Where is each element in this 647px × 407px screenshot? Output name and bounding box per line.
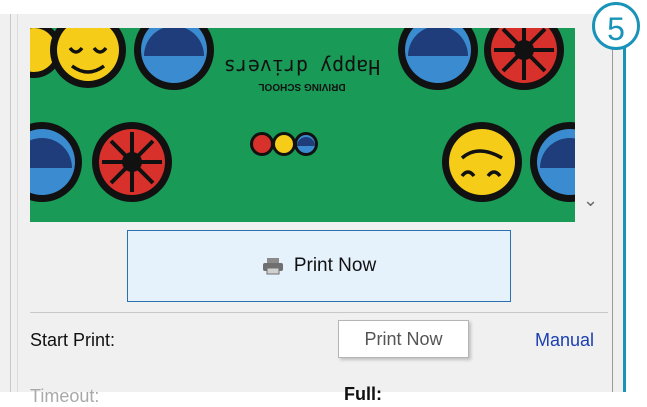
print-dialog: DRIVING SCHOOL Happy drivers ⌄ Print Now… — [0, 14, 623, 406]
print-now-button-label: Print Now — [293, 255, 377, 276]
start-print-label: Start Print: — [30, 330, 116, 350]
window-left-border — [10, 14, 11, 392]
print-now-tooltip: Print Now — [338, 320, 469, 358]
wheel-icon — [92, 122, 172, 202]
timeout-label: Timeout: — [30, 386, 100, 406]
scroll-down-chevron-icon[interactable]: ⌄ — [583, 190, 598, 211]
start-print-manual-link[interactable]: Manual — [535, 330, 594, 351]
brand-subtitle: DRIVING SCHOOL — [258, 81, 345, 92]
tooltip-text: Print Now — [364, 328, 443, 349]
printer-icon — [262, 257, 284, 275]
brand-title: Happy drivers — [224, 55, 381, 79]
brand-logo — [250, 132, 318, 156]
smiley-icon — [442, 122, 522, 202]
full-label: Full: — [344, 384, 382, 404]
callout-number-badge: 5 — [592, 2, 640, 50]
print-now-button[interactable]: Print Now — [127, 230, 511, 302]
section-divider — [30, 312, 608, 313]
window-right-border — [612, 14, 613, 392]
window-inner-border — [17, 14, 18, 392]
preview-graphic: DRIVING SCHOOL Happy drivers — [30, 28, 575, 222]
print-preview-image: DRIVING SCHOOL Happy drivers — [30, 28, 575, 222]
callout-frame-right — [623, 28, 626, 392]
